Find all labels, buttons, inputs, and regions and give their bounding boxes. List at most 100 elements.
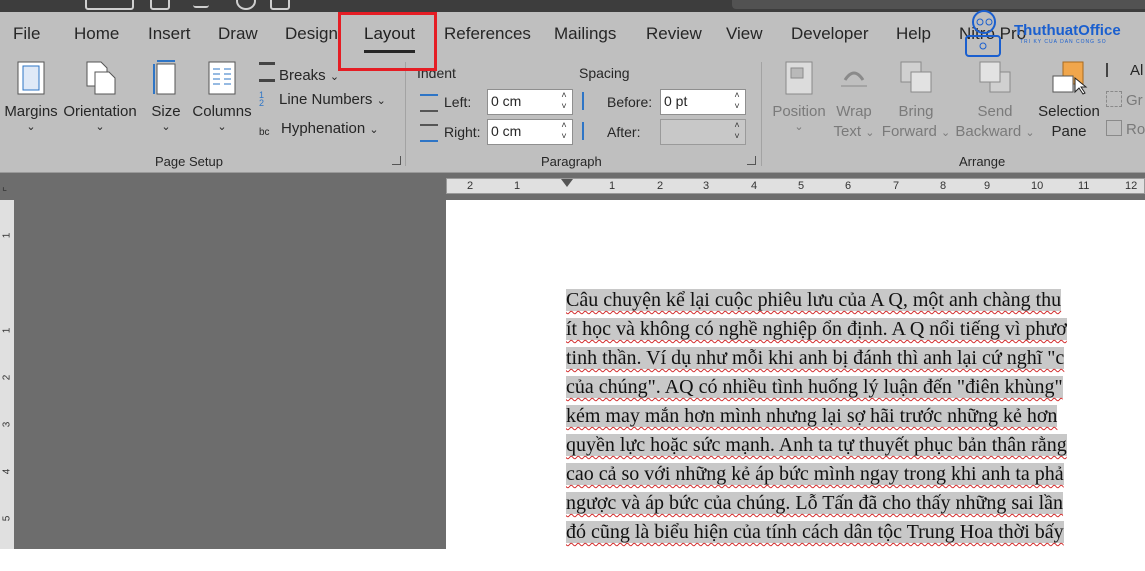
ruler-tick: 5 (798, 180, 805, 192)
tab-design[interactable]: Design (285, 24, 338, 44)
wrap-text-label-2-text: Text (833, 123, 862, 140)
tab-developer[interactable]: Developer (791, 24, 869, 44)
spinner-arrows-icon[interactable]: ˄ ˅ (730, 90, 744, 114)
quick-access-icon[interactable] (85, 0, 134, 10)
align-label: Al (1130, 62, 1144, 79)
wrap-text-button[interactable]: Wrap Text ⌄ (831, 60, 877, 143)
margins-label: Margins (4, 103, 58, 120)
undo-icon[interactable] (193, 0, 209, 8)
position-label: Position (772, 103, 826, 120)
rotate-button[interactable]: Ro (1106, 120, 1145, 138)
text-line-content: quyền lực hoặc sức mạnh. Anh ta tự thuyế… (566, 434, 1067, 456)
chevron-down-icon: ⌄ (95, 121, 105, 133)
text-line: cao cả so với những kẻ áp bức mình ngay … (566, 460, 1145, 489)
selection-pane-label-1: Selection (1038, 103, 1100, 120)
layout-tab-highlight (338, 12, 437, 71)
chevron-down-icon: ⌄ (794, 121, 804, 133)
selection-pane-button[interactable]: Selection Pane (1036, 60, 1102, 142)
hyphenation-icon: bc (259, 127, 270, 138)
spacing-after-icon (582, 122, 602, 140)
ruler-tick: 2 (657, 180, 664, 192)
spinner-arrows-icon[interactable]: ˄ ˅ (557, 120, 571, 144)
redo-icon[interactable] (236, 0, 256, 10)
paragraph-dialog-launcher-icon[interactable] (747, 156, 756, 165)
hyphenation-button[interactable]: bc Hyphenation ⌄ (259, 120, 379, 138)
position-icon (785, 61, 813, 95)
selection-pane-label-2: Pane (1051, 123, 1087, 140)
align-button[interactable]: Al (1106, 62, 1143, 79)
wrap-text-label-1: Wrap (836, 103, 872, 120)
size-button[interactable]: Size ⌄ (146, 60, 186, 133)
line-numbers-button[interactable]: 1 2 Line Numbers ⌄ (259, 90, 386, 109)
breaks-button[interactable]: Breaks ⌄ (259, 62, 339, 84)
mascot-icon (965, 10, 1001, 57)
bring-forward-icon (900, 61, 932, 93)
tab-home[interactable]: Home (74, 24, 119, 44)
text-line-content: đó cũng là biểu hiện của tính cách dân t… (566, 521, 1064, 543)
tab-insert[interactable]: Insert (148, 24, 191, 44)
chevron-down-icon: ⌄ (940, 127, 951, 139)
spinner-arrows-icon[interactable]: ˄ ˅ (730, 120, 744, 144)
tab-mailings[interactable]: Mailings (554, 24, 616, 44)
columns-icon (208, 61, 236, 95)
text-line-content: ít học và không có nghề nghiệp ổn định. … (566, 318, 1067, 340)
bring-forward-label-2-text: Forward (881, 123, 937, 140)
tab-draw[interactable]: Draw (218, 24, 258, 44)
tab-review[interactable]: Review (646, 24, 702, 44)
line-numbers-icon: 12 (259, 90, 265, 108)
tab-file[interactable]: File (13, 24, 40, 44)
hyphenation-label: Hyphenation (281, 120, 366, 137)
indent-left-input[interactable]: 0 cm ˄ ˅ (487, 89, 573, 115)
indent-right-icon (420, 124, 438, 142)
send-backward-label-2: Backward ⌄ (955, 122, 1035, 143)
ribbon-layout: Margins ⌄ Orientation ⌄ Size ⌄ Columns ⌄… (0, 56, 1145, 173)
group-label: Gr (1126, 92, 1143, 109)
position-button[interactable]: Position ⌄ (770, 60, 828, 133)
chevron-down-icon: ⌄ (161, 121, 171, 133)
ruler-tick: 1 (1, 327, 13, 334)
indent-right-input[interactable]: 0 cm ˄ ˅ (487, 119, 573, 145)
spinner-arrows-icon[interactable]: ˄ ˅ (557, 90, 571, 114)
tab-references[interactable]: References (444, 24, 531, 44)
chevron-down-icon: ⌄ (376, 95, 386, 107)
indent-left-icon (420, 94, 438, 112)
text-line: ít học và không có nghề nghiệp ổn định. … (566, 315, 1145, 344)
columns-button[interactable]: Columns ⌄ (192, 60, 252, 133)
customize-icon[interactable] (270, 0, 290, 10)
paragraph-group-label: Paragraph (541, 154, 602, 169)
spacing-before-value: 0 pt (664, 93, 688, 109)
tab-selector-icon[interactable]: ⌞ (2, 180, 12, 193)
tab-view[interactable]: View (726, 24, 763, 44)
horizontal-ruler[interactable]: 2 1 1 2 3 4 5 6 7 8 9 10 11 12 (446, 178, 1145, 194)
brand-name: ThuthuatOffice (1014, 22, 1121, 39)
document-body[interactable]: Câu chuyện kể lại cuộc phiêu lưu của A Q… (566, 286, 1145, 549)
ruler-tick: 1 (514, 180, 521, 192)
group-button[interactable]: Gr (1106, 91, 1143, 109)
text-line: của chúng". AQ có nhiều tình huống lý lu… (566, 373, 1145, 402)
spacing-before-label: Before: (607, 94, 653, 110)
group-divider (761, 62, 762, 166)
indent-right-value: 0 cm (491, 123, 522, 139)
page-setup-dialog-launcher-icon[interactable] (392, 156, 401, 165)
text-line-content: tinh thần. Ví dụ như mỗi khi anh bị đánh… (566, 347, 1065, 369)
indent-marker-icon[interactable] (561, 179, 573, 187)
spacing-before-input[interactable]: 0 pt ˄ ˅ (660, 89, 746, 115)
spacing-after-input[interactable]: ˄ ˅ (660, 119, 746, 145)
bring-forward-button[interactable]: Bring Forward ⌄ (880, 60, 952, 143)
save-icon[interactable] (150, 0, 170, 10)
ruler-tick: 6 (845, 180, 852, 192)
tab-help[interactable]: Help (896, 24, 931, 44)
text-line-content: ngược và áp bức của chúng. Lỗ Tấn đã cho… (566, 492, 1064, 514)
send-backward-button[interactable]: Send Backward ⌄ (955, 60, 1035, 143)
text-line: đó cũng là biểu hiện của tính cách dân t… (566, 518, 1145, 547)
send-backward-label-2-text: Backward (955, 123, 1022, 140)
orientation-button[interactable]: Orientation ⌄ (62, 60, 138, 133)
margins-button[interactable]: Margins ⌄ (4, 60, 58, 133)
send-backward-label-1: Send (977, 103, 1013, 120)
text-line: kém may mắn hơn mình nhưng lại sợ hãi tr… (566, 402, 1145, 431)
text-line-content: Câu chuyện kể lại cuộc phiêu lưu của A Q… (566, 289, 1062, 311)
ruler-tick: 11 (1078, 180, 1090, 192)
ruler-tick: 2 (1, 374, 13, 381)
page-setup-group-label: Page Setup (155, 154, 223, 169)
vertical-ruler[interactable]: 1 1 2 3 4 5 (0, 200, 14, 549)
